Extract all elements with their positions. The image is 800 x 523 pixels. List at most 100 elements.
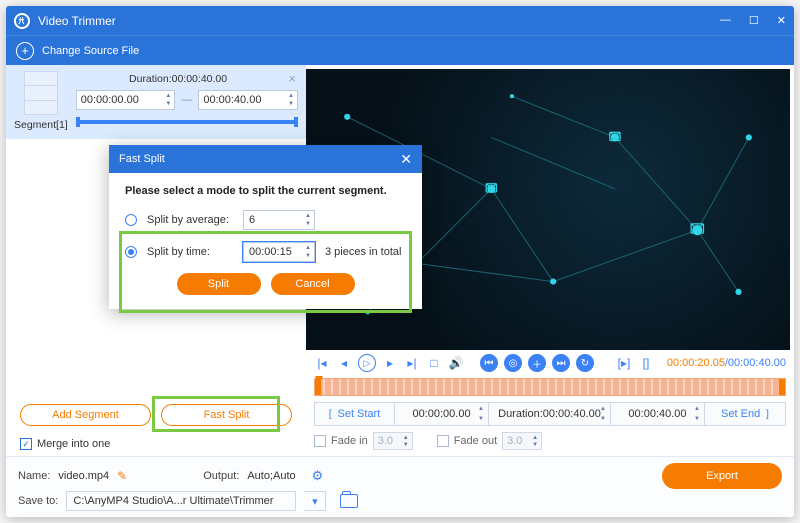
minimize-button[interactable]: ― xyxy=(720,14,731,27)
spin-down-icon[interactable]: ▼ xyxy=(303,252,313,260)
snapshot-button[interactable]: ◎ xyxy=(504,354,522,372)
step-fwd-icon[interactable]: ▸ xyxy=(382,355,398,371)
timeline[interactable] xyxy=(314,378,786,396)
dialog-cancel-label: Cancel xyxy=(295,278,329,290)
spin-up-icon[interactable]: ▲ xyxy=(476,404,486,414)
maximize-button[interactable]: ☐ xyxy=(749,14,759,27)
spin-down-icon[interactable]: ▼ xyxy=(303,220,313,228)
marker-a-button[interactable]: ⏮ xyxy=(480,354,498,372)
fast-split-button[interactable]: Fast Split xyxy=(161,404,292,426)
playback-controls: |◂ ◂ ▷ ▸ ▸| □ 🔊 ⏮ ◎ ＋ ⏭ ↻ [▸] [] 00:00:2… xyxy=(306,350,794,376)
split-by-time-radio[interactable] xyxy=(125,246,137,258)
change-source-button[interactable]: Change Source File xyxy=(42,45,139,57)
fade-in-input[interactable]: 3.0 ▲▼ xyxy=(373,432,413,450)
spin-up-icon[interactable]: ▲ xyxy=(303,244,313,252)
segment-thumbnail[interactable] xyxy=(24,71,58,115)
segment-duration-label: Duration:00:00:40.00 xyxy=(76,73,281,85)
split-by-average-value: 6 xyxy=(249,214,255,226)
spin-up-icon[interactable]: ▲ xyxy=(530,434,540,441)
marker-duration-value: Duration:00:00:40.00 xyxy=(498,408,601,420)
segment-panel: Segment[1] Duration:00:00:40.00 × 00:00:… xyxy=(6,65,306,139)
spin-up-icon[interactable]: ▲ xyxy=(598,404,608,414)
spin-down-icon[interactable]: ▼ xyxy=(286,100,296,108)
set-start-label: Set Start xyxy=(337,408,380,420)
set-end-label: Set End xyxy=(721,408,760,420)
total-time: 00:00:40.00 xyxy=(728,357,786,369)
set-start-button[interactable]: [ Set Start xyxy=(315,403,395,425)
split-by-average-input[interactable]: 6 ▲▼ xyxy=(243,210,315,230)
browse-folder-button[interactable] xyxy=(340,494,358,508)
left-buttons-row: Add Segment Fast Split xyxy=(6,396,306,434)
fade-out-label: Fade out xyxy=(454,435,497,447)
stop-icon[interactable]: □ xyxy=(426,355,442,371)
volume-icon[interactable]: 🔊 xyxy=(448,355,464,371)
save-to-label: Save to: xyxy=(18,495,58,507)
skip-start-icon[interactable]: |◂ xyxy=(314,355,330,371)
spin-down-icon[interactable]: ▼ xyxy=(476,414,486,424)
merge-checkbox[interactable]: ✓ xyxy=(20,438,32,450)
split-by-time-input[interactable]: 00:00:15▲▼ xyxy=(243,242,315,262)
play-button[interactable]: ▷ xyxy=(358,354,376,372)
toolbar: + Change Source File xyxy=(6,35,794,65)
add-segment-button[interactable]: Add Segment xyxy=(20,404,151,426)
marker-end-input[interactable]: 00:00:40.00 ▲▼ xyxy=(611,403,705,425)
dialog-message: Please select a mode to split the curren… xyxy=(125,185,406,197)
loop-button[interactable]: ↻ xyxy=(576,354,594,372)
range-dash: — xyxy=(181,94,192,106)
add-marker-button[interactable]: ＋ xyxy=(528,354,546,372)
bracket-in-icon[interactable]: [▸] xyxy=(616,355,632,371)
playhead-icon[interactable] xyxy=(315,376,323,384)
spin-up-icon[interactable]: ▲ xyxy=(692,404,702,414)
fade-out-input[interactable]: 3.0 ▲▼ xyxy=(502,432,542,450)
spin-up-icon[interactable]: ▲ xyxy=(303,212,313,220)
app-title: Video Trimmer xyxy=(38,14,720,28)
dialog-cancel-button[interactable]: Cancel xyxy=(271,273,355,295)
marker-start-input[interactable]: 00:00:00.00 ▲▼ xyxy=(395,403,489,425)
app-icon xyxy=(14,13,30,29)
window-buttons: ― ☐ ✕ xyxy=(720,14,786,27)
bracket-out-icon[interactable]: [] xyxy=(638,355,654,371)
split-by-average-radio[interactable] xyxy=(125,214,137,226)
segment-end-input[interactable]: 00:00:40.00 ▲▼ xyxy=(198,90,298,110)
spin-down-icon[interactable]: ▼ xyxy=(530,441,540,448)
save-path-input[interactable]: C:\AnyMP4 Studio\A...r Ultimate\Trimmer xyxy=(66,491,296,511)
spin-down-icon[interactable]: ▼ xyxy=(401,441,411,448)
fade-out-value: 3.0 xyxy=(507,435,522,447)
segment-label: Segment[1] xyxy=(14,119,68,131)
dialog-split-button[interactable]: Split xyxy=(177,273,261,295)
step-back-icon[interactable]: ◂ xyxy=(336,355,352,371)
plus-icon: + xyxy=(16,42,34,60)
segment-range-slider[interactable] xyxy=(76,120,298,124)
merge-row: ✓ Merge into one xyxy=(6,434,306,456)
fade-in-label: Fade in xyxy=(331,435,368,447)
spin-down-icon[interactable]: ▼ xyxy=(163,100,173,108)
segment-close-button[interactable]: × xyxy=(286,71,298,86)
fade-in-checkbox[interactable] xyxy=(314,435,326,447)
add-segment-label: Add Segment xyxy=(52,409,119,421)
spin-down-icon[interactable]: ▼ xyxy=(692,414,702,424)
footer: Name: video.mp4 ✎ Output: Auto;Auto ⚙ Ex… xyxy=(6,456,794,517)
spin-up-icon[interactable]: ▲ xyxy=(286,92,296,100)
marker-start-value: 00:00:00.00 xyxy=(412,408,470,420)
dialog-split-label: Split xyxy=(208,278,229,290)
fade-out-checkbox[interactable] xyxy=(437,435,449,447)
set-end-button[interactable]: Set End ] xyxy=(705,403,785,425)
skip-end-icon[interactable]: ▸| xyxy=(404,355,420,371)
split-by-average-row: Split by average: 6▲▼ xyxy=(125,209,406,231)
split-by-time-row: Split by time: 00:00:15▲▼ 3 pieces in to… xyxy=(125,241,406,263)
save-path-dropdown[interactable]: ▾ xyxy=(304,491,326,511)
marker-duration-input[interactable]: Duration:00:00:40.00▲▼ xyxy=(489,403,611,425)
segment-start-input[interactable]: 00:00:00.00 ▲▼ xyxy=(76,90,176,110)
fast-split-label: Fast Split xyxy=(204,409,250,421)
marker-end-value: 00:00:40.00 xyxy=(628,408,686,420)
fade-in-value: 3.0 xyxy=(378,435,393,447)
segment-start-value: 00:00:00.00 xyxy=(81,94,139,106)
spin-up-icon[interactable]: ▲ xyxy=(163,92,173,100)
spin-up-icon[interactable]: ▲ xyxy=(401,434,411,441)
merge-label: Merge into one xyxy=(37,438,110,450)
marker-b-button[interactable]: ⏭ xyxy=(552,354,570,372)
dialog-close-button[interactable]: ✕ xyxy=(400,151,412,168)
dialog-title: Fast Split xyxy=(119,153,165,165)
spin-down-icon[interactable]: ▼ xyxy=(598,414,608,424)
close-button[interactable]: ✕ xyxy=(777,14,786,27)
